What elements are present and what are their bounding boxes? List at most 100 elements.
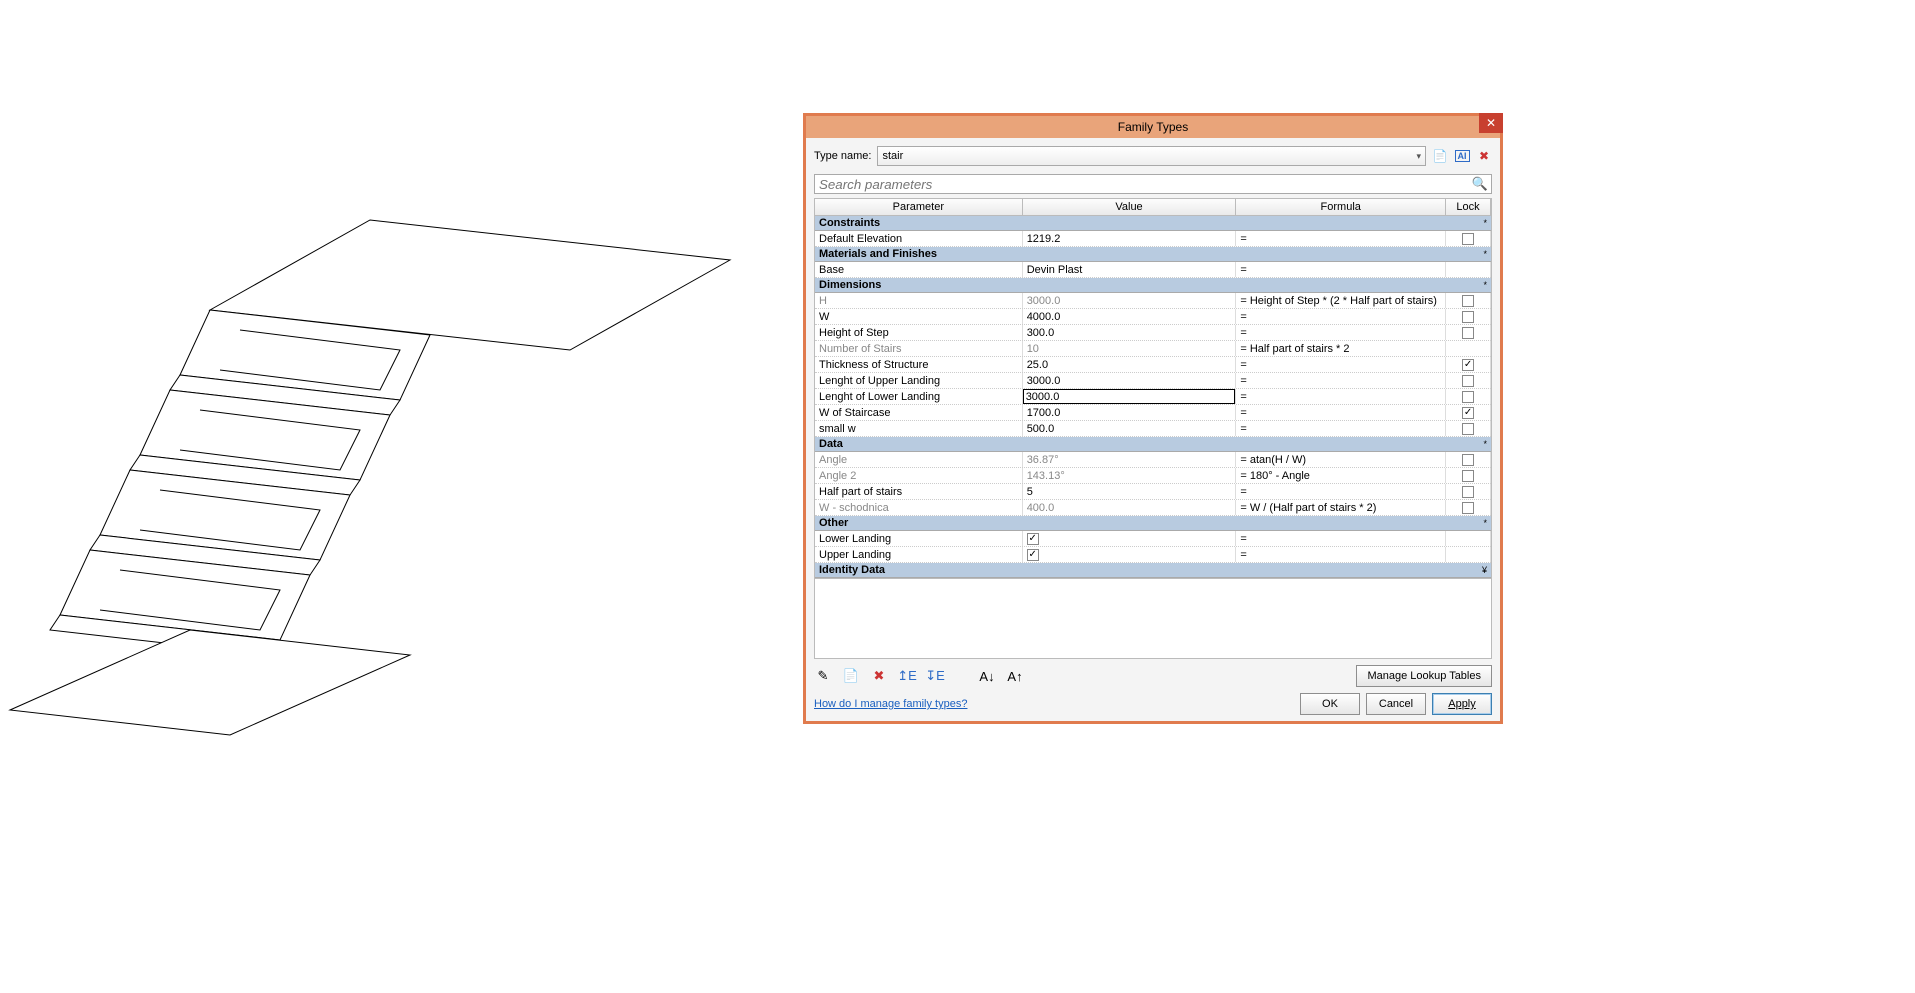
param-lock-cell[interactable] [1446, 341, 1491, 356]
param-value-cell[interactable]: 3000.0 [1023, 389, 1237, 404]
param-value-cell[interactable]: 1219.2 [1023, 231, 1237, 246]
param-name-cell[interactable]: Base [815, 262, 1023, 277]
param-lock-cell[interactable] [1446, 262, 1491, 277]
param-row[interactable]: Height of Step300.0= [815, 325, 1491, 341]
param-value-cell[interactable]: 300.0 [1023, 325, 1237, 340]
param-formula-cell[interactable]: = [1236, 531, 1446, 546]
param-formula-cell[interactable]: = [1236, 309, 1446, 324]
param-row[interactable]: Angle 2143.13°= 180° - Angle [815, 468, 1491, 484]
param-name-cell[interactable]: Number of Stairs [815, 341, 1023, 356]
search-input[interactable] [814, 174, 1492, 194]
typename-select[interactable]: stair ▾ [877, 146, 1426, 166]
param-formula-cell[interactable]: = [1236, 405, 1446, 420]
param-lock-cell[interactable] [1446, 484, 1491, 499]
header-lock[interactable]: Lock [1446, 199, 1491, 215]
lock-checkbox[interactable] [1462, 359, 1474, 371]
param-formula-cell[interactable]: = 180° - Angle [1236, 468, 1446, 483]
param-name-cell[interactable]: Upper Landing [815, 547, 1023, 562]
manage-lookup-button[interactable]: Manage Lookup Tables [1356, 665, 1492, 687]
param-value-cell[interactable]: 10 [1023, 341, 1237, 356]
param-name-cell[interactable]: W - schodnica [815, 500, 1023, 515]
apply-button[interactable]: Apply [1432, 693, 1492, 715]
param-value-cell[interactable]: 400.0 [1023, 500, 1237, 515]
param-formula-cell[interactable]: = Height of Step * (2 * Half part of sta… [1236, 293, 1446, 308]
param-row[interactable]: W of Staircase1700.0= [815, 405, 1491, 421]
param-formula-cell[interactable]: = [1236, 484, 1446, 499]
param-row[interactable]: W - schodnica400.0= W / (Half part of st… [815, 500, 1491, 516]
move-up-button[interactable]: ↥E [898, 667, 916, 685]
param-row[interactable]: Lenght of Lower Landing3000.0= [815, 389, 1491, 405]
param-lock-cell[interactable] [1446, 468, 1491, 483]
group-other[interactable]: Other* [815, 516, 1491, 531]
param-value-cell[interactable]: 1700.0 [1023, 405, 1237, 420]
cancel-button[interactable]: Cancel [1366, 693, 1426, 715]
rename-type-button[interactable]: AI [1454, 148, 1470, 164]
search-icon[interactable]: 🔍 [1472, 176, 1488, 192]
param-value-cell[interactable]: Devin Plast [1023, 262, 1237, 277]
param-formula-cell[interactable]: = W / (Half part of stairs * 2) [1236, 500, 1446, 515]
param-row[interactable]: Lower Landing = [815, 531, 1491, 547]
param-row[interactable]: Number of Stairs10= Half part of stairs … [815, 341, 1491, 357]
param-formula-cell[interactable]: = [1236, 389, 1446, 404]
param-formula-cell[interactable]: = [1236, 547, 1446, 562]
param-row[interactable]: Upper Landing = [815, 547, 1491, 563]
value-editor[interactable]: 3000.0 [1023, 389, 1236, 404]
param-name-cell[interactable]: Angle [815, 452, 1023, 467]
lock-checkbox[interactable] [1462, 391, 1474, 403]
lock-checkbox[interactable] [1462, 423, 1474, 435]
lock-checkbox[interactable] [1462, 486, 1474, 498]
param-name-cell[interactable]: Thickness of Structure [815, 357, 1023, 372]
lock-checkbox[interactable] [1462, 407, 1474, 419]
help-link[interactable]: How do I manage family types? [814, 698, 967, 710]
param-value-cell[interactable] [1023, 547, 1237, 562]
new-type-button[interactable]: 📄 [1432, 148, 1448, 164]
param-row[interactable]: BaseDevin Plast= [815, 262, 1491, 278]
group-identity-data[interactable]: Identity Data¥ [815, 563, 1491, 578]
param-row[interactable]: H3000.0= Height of Step * (2 * Half part… [815, 293, 1491, 309]
new-param-button[interactable]: 📄 [842, 667, 860, 685]
param-formula-cell[interactable]: = [1236, 262, 1446, 277]
delete-type-button[interactable]: ✖ [1476, 148, 1492, 164]
param-lock-cell[interactable] [1446, 389, 1491, 404]
param-row[interactable]: Thickness of Structure25.0= [815, 357, 1491, 373]
group-data[interactable]: Data* [815, 437, 1491, 452]
param-lock-cell[interactable] [1446, 500, 1491, 515]
checkbox[interactable] [1027, 549, 1039, 561]
group-constraints[interactable]: Constraints* [815, 216, 1491, 231]
group-materials-and-finishes[interactable]: Materials and Finishes* [815, 247, 1491, 262]
param-row[interactable]: Default Elevation1219.2= [815, 231, 1491, 247]
param-formula-cell[interactable]: = Half part of stairs * 2 [1236, 341, 1446, 356]
dialog-title-bar[interactable]: Family Types ✕ [806, 116, 1500, 138]
param-lock-cell[interactable] [1446, 547, 1491, 562]
delete-param-button[interactable]: ✖ [870, 667, 888, 685]
param-lock-cell[interactable] [1446, 405, 1491, 420]
lock-checkbox[interactable] [1462, 295, 1474, 307]
param-formula-cell[interactable]: = [1236, 357, 1446, 372]
sort-asc-button[interactable]: A↓ [978, 667, 996, 685]
close-button[interactable]: ✕ [1479, 113, 1503, 133]
param-name-cell[interactable]: Lower Landing [815, 531, 1023, 546]
param-lock-cell[interactable] [1446, 357, 1491, 372]
param-name-cell[interactable]: small w [815, 421, 1023, 436]
param-value-cell[interactable]: 500.0 [1023, 421, 1237, 436]
param-formula-cell[interactable]: = [1236, 231, 1446, 246]
param-value-cell[interactable]: 3000.0 [1023, 373, 1237, 388]
param-formula-cell[interactable]: = [1236, 325, 1446, 340]
param-name-cell[interactable]: W [815, 309, 1023, 324]
param-value-cell[interactable]: 25.0 [1023, 357, 1237, 372]
param-row[interactable]: Half part of stairs5= [815, 484, 1491, 500]
header-parameter[interactable]: Parameter [815, 199, 1023, 215]
param-lock-cell[interactable] [1446, 231, 1491, 246]
param-name-cell[interactable]: Height of Step [815, 325, 1023, 340]
lock-checkbox[interactable] [1462, 470, 1474, 482]
param-formula-cell[interactable]: = [1236, 373, 1446, 388]
param-name-cell[interactable]: Default Elevation [815, 231, 1023, 246]
param-lock-cell[interactable] [1446, 325, 1491, 340]
lock-checkbox[interactable] [1462, 311, 1474, 323]
lock-checkbox[interactable] [1462, 375, 1474, 387]
lock-checkbox[interactable] [1462, 502, 1474, 514]
header-formula[interactable]: Formula [1236, 199, 1446, 215]
param-row[interactable]: Angle36.87°= atan(H / W) [815, 452, 1491, 468]
param-lock-cell[interactable] [1446, 373, 1491, 388]
lock-checkbox[interactable] [1462, 454, 1474, 466]
